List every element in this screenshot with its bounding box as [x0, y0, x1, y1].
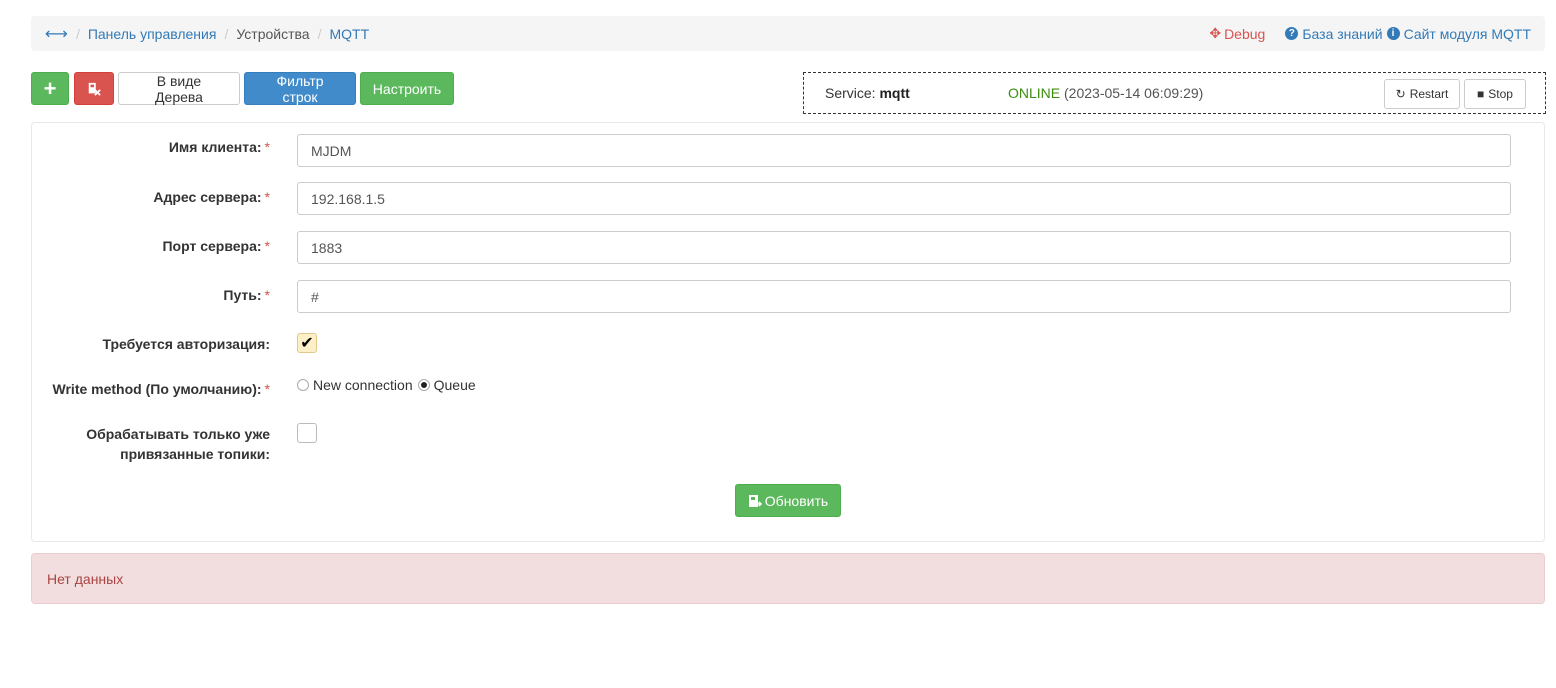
- radio-new-connection-label[interactable]: New connection: [313, 377, 413, 393]
- update-button[interactable]: Обновить: [735, 484, 841, 517]
- breadcrumb-bar: ⟷ / Панель управления / Устройства / MQT…: [31, 16, 1545, 51]
- radio-queue[interactable]: [417, 379, 430, 391]
- write-method-radio-group: New connection Queue: [297, 377, 481, 393]
- breadcrumb-devices: Устройства: [236, 25, 310, 42]
- plus-icon: +: [43, 75, 57, 101]
- client-name-input[interactable]: [297, 134, 1511, 167]
- auth-required-label: Требуется авторизация:: [102, 336, 270, 352]
- file-delete-icon: [88, 82, 101, 96]
- breadcrumb: ⟷ / Панель управления / Устройства / MQT…: [45, 16, 369, 51]
- breadcrumb-mqtt[interactable]: MQTT: [329, 26, 369, 42]
- configure-button[interactable]: Настроить: [360, 72, 454, 105]
- only-bound-topics-checkbox[interactable]: [297, 423, 317, 443]
- debug-label: Debug: [1224, 25, 1266, 42]
- status-badge: ONLINE: [1008, 85, 1061, 101]
- service-status: ONLINE (2023-05-14 06:09:29): [1008, 85, 1203, 101]
- debug-link[interactable]: ✥ Debug: [1209, 25, 1265, 42]
- breadcrumb-separator: /: [317, 25, 322, 42]
- service-name: mqtt: [879, 85, 910, 101]
- settings-form: Имя клиента:* Адрес сервера:* Порт серве…: [31, 122, 1545, 542]
- checkmark-icon: ✔: [300, 335, 314, 352]
- module-site-link[interactable]: i Сайт модуля MQTT: [1386, 25, 1531, 42]
- breadcrumb-separator: /: [224, 25, 229, 42]
- status-timestamp: (2023-05-14 06:09:29): [1064, 85, 1204, 101]
- question-circle-icon: ?: [1285, 27, 1299, 40]
- service-label: Service: mqtt: [825, 85, 910, 101]
- service-label-text: Service:: [825, 85, 876, 101]
- only-bound-topics-label-line1: Обрабатывать только уже: [86, 426, 270, 442]
- breadcrumb-separator: /: [75, 25, 80, 42]
- refresh-icon: ↻: [1395, 87, 1406, 101]
- update-label: Обновить: [764, 492, 829, 509]
- only-bound-topics-label-line2: привязанные топики:: [120, 446, 270, 462]
- stop-label: Stop: [1488, 87, 1513, 101]
- knowledge-base-link[interactable]: ? База знаний: [1285, 25, 1383, 42]
- server-address-label: Адрес сервера: *: [153, 189, 270, 205]
- radio-queue-label[interactable]: Queue: [434, 377, 476, 393]
- horizontal-arrows-icon[interactable]: ⟷: [45, 24, 68, 44]
- path-input[interactable]: [297, 280, 1511, 313]
- info-circle-icon: i: [1386, 27, 1400, 40]
- server-address-input[interactable]: [297, 182, 1511, 215]
- path-label: Путь: *: [223, 287, 270, 303]
- add-button[interactable]: +: [31, 72, 69, 105]
- client-name-label: Имя клиента: *: [168, 139, 270, 155]
- stop-button[interactable]: ■ Stop: [1464, 79, 1526, 109]
- no-data-message: Нет данных: [47, 570, 124, 587]
- filter-rows-button[interactable]: Фильтр строк: [244, 72, 356, 105]
- server-port-label: Порт сервера: *: [162, 238, 270, 254]
- top-links: ✥ Debug ? База знаний i Сайт модуля MQTT: [1209, 16, 1531, 51]
- module-site-label: Сайт модуля MQTT: [1403, 25, 1531, 42]
- save-icon: [748, 494, 762, 507]
- restart-label: Restart: [1409, 87, 1449, 101]
- no-data-alert: Нет данных: [31, 553, 1545, 604]
- only-bound-topics-label: Обрабатывать только уже привязанные топи…: [86, 424, 270, 464]
- restart-button[interactable]: ↻ Restart: [1384, 79, 1460, 109]
- write-method-label: Write method (По умолчанию): *: [52, 381, 270, 397]
- radio-new-connection[interactable]: [297, 379, 309, 391]
- crosshair-icon: ✥: [1209, 25, 1222, 41]
- knowledge-base-label: База знаний: [1302, 25, 1383, 42]
- service-status-panel: Service: mqtt ONLINE (2023-05-14 06:09:2…: [803, 72, 1546, 114]
- server-port-input[interactable]: [297, 231, 1511, 264]
- auth-required-checkbox[interactable]: ✔: [297, 333, 317, 353]
- tree-view-button[interactable]: В виде Дерева: [118, 72, 240, 105]
- stop-icon: ■: [1477, 87, 1485, 101]
- delete-button[interactable]: [74, 72, 114, 105]
- breadcrumb-control-panel[interactable]: Панель управления: [88, 26, 217, 42]
